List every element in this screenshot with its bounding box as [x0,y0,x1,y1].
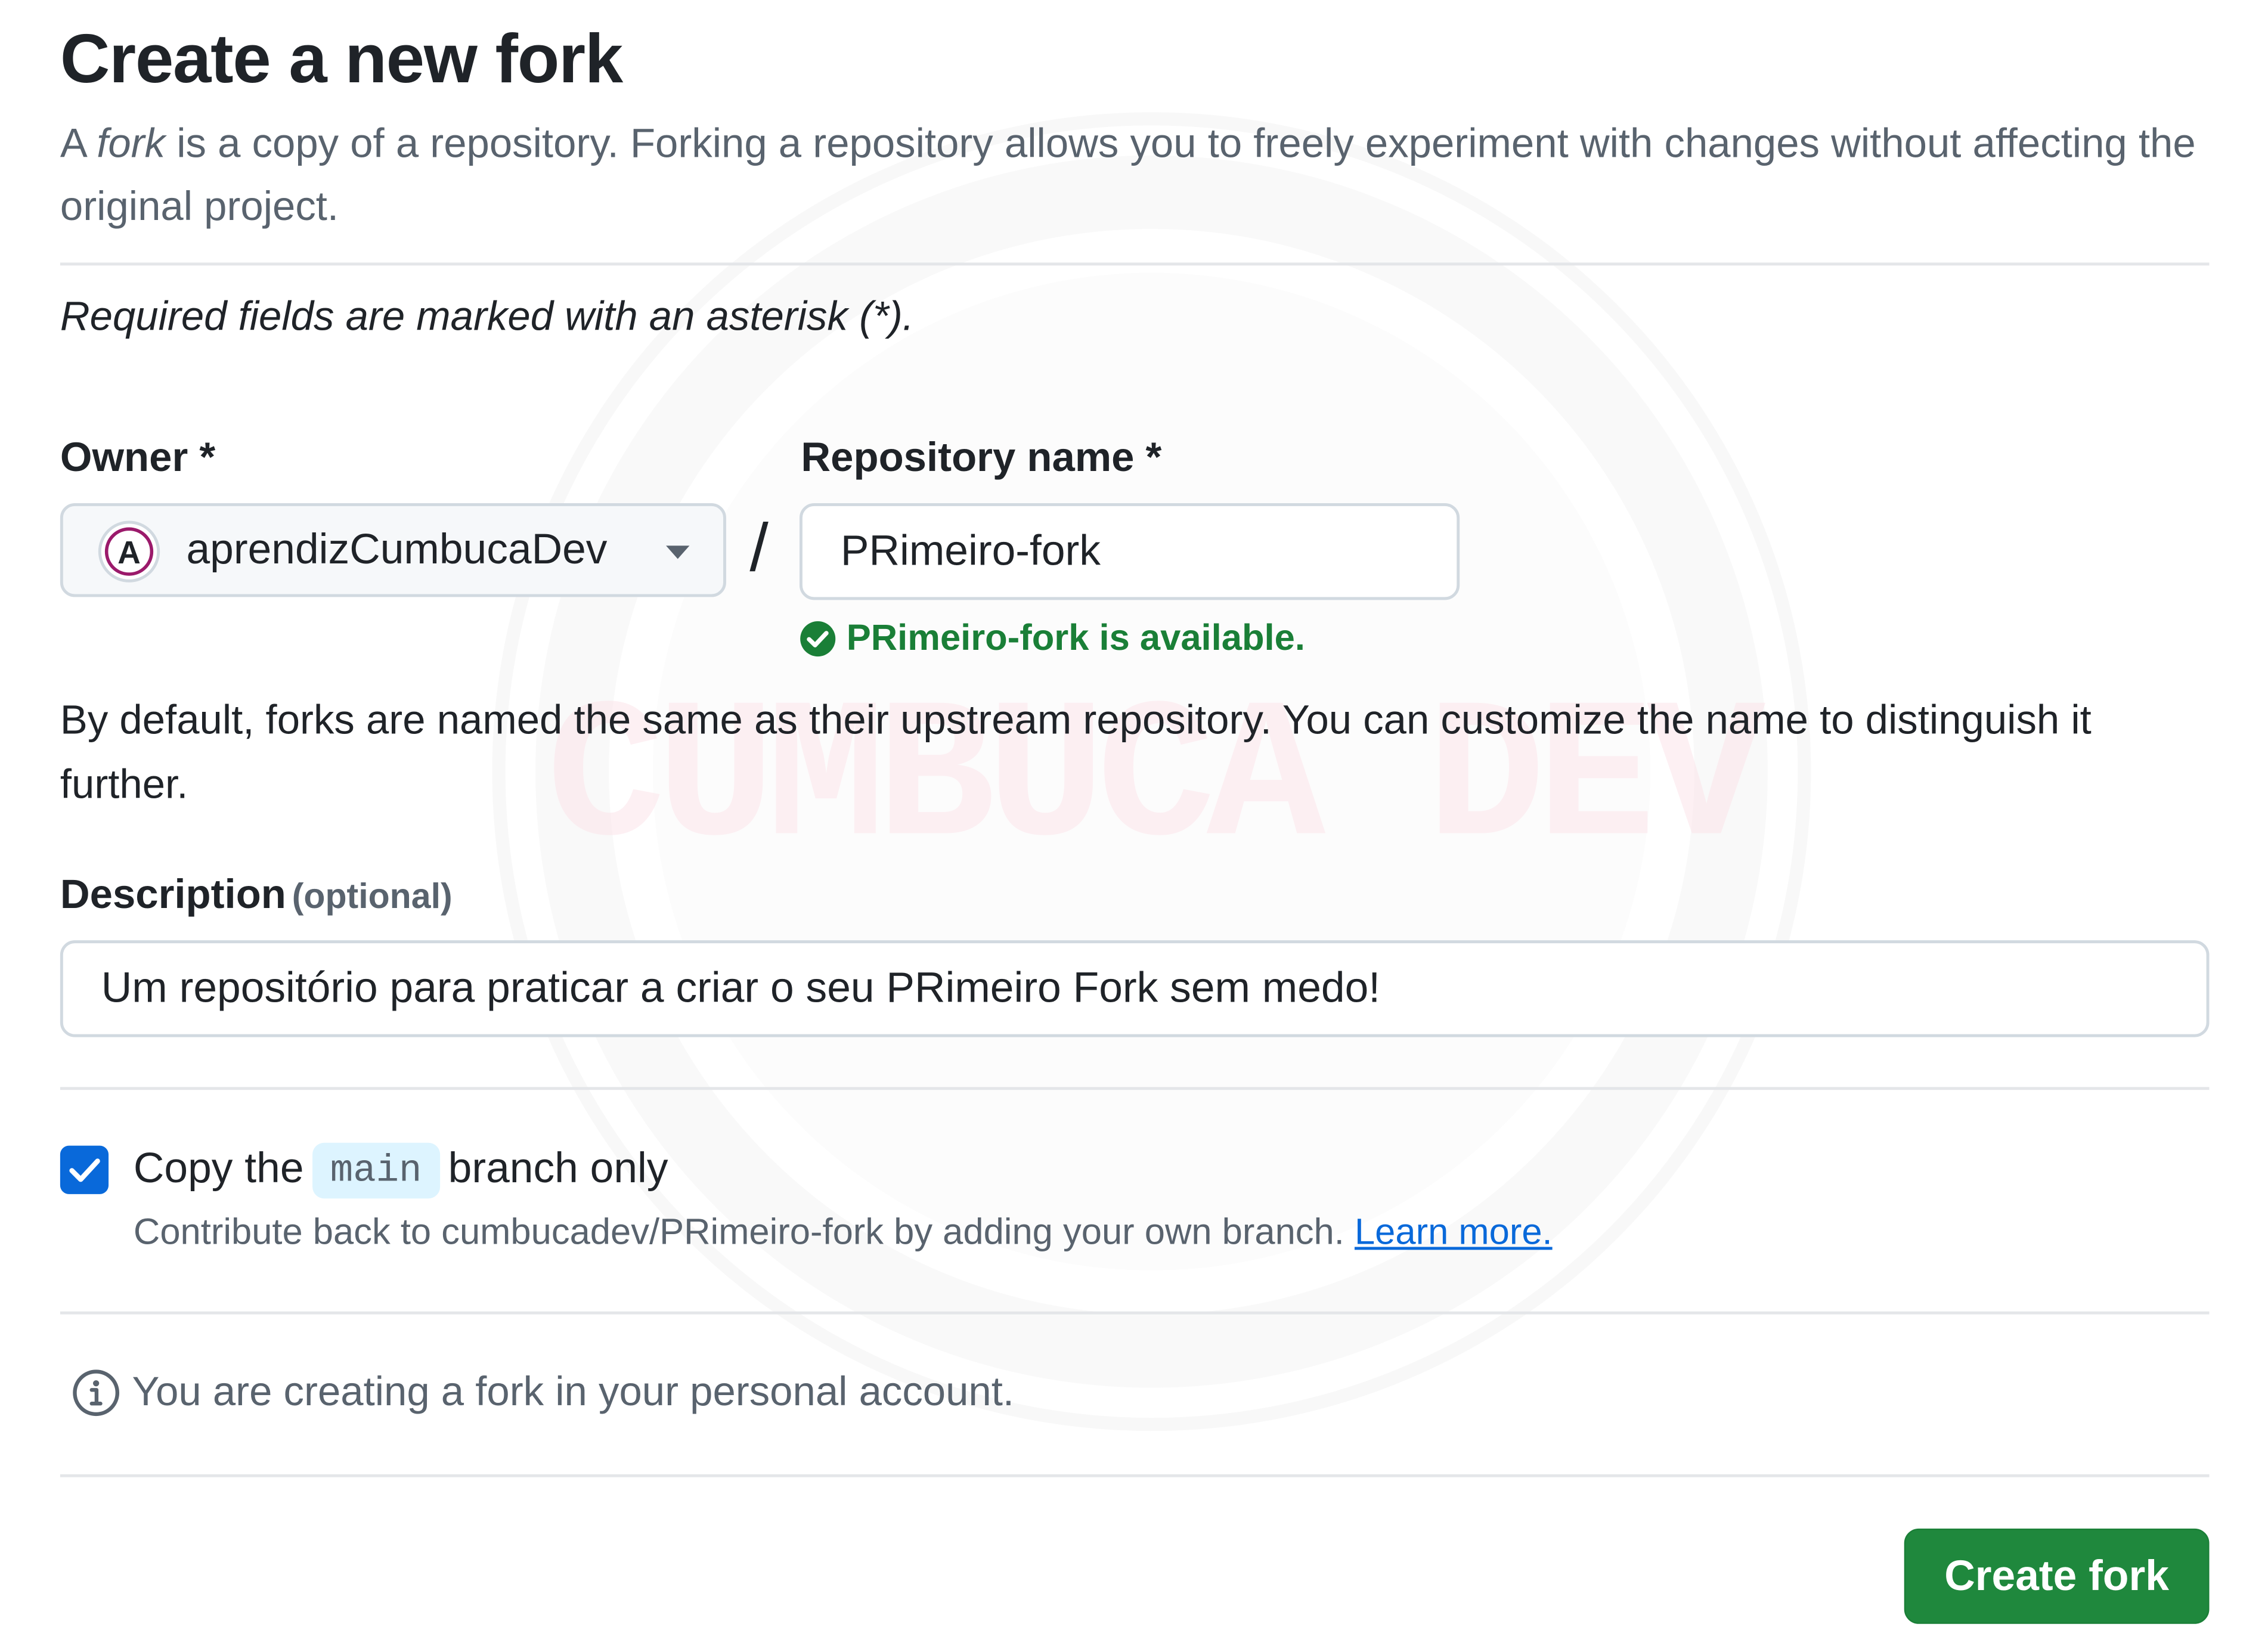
caret-down-icon [666,546,690,559]
info-icon [73,1369,120,1417]
personal-account-info-text: You are creating a fork in your personal… [132,1368,1015,1414]
optional-hint: (optional) [292,877,453,917]
branch-name-code: main [312,1142,439,1199]
divider [60,262,2210,266]
repository-name-input[interactable] [799,503,1460,600]
fork-page: CUMBUCA DEV Create a new fork A fork is … [0,0,2268,1630]
repository-name-label: Repository name * [801,434,1162,480]
divider [60,1087,2210,1090]
page-subtitle: A fork is a copy of a repository. Forkin… [60,111,2202,238]
copy-branch-label[interactable]: Copy the main branch only [133,1142,668,1199]
owner-select[interactable]: A aprendizCumbucaDev [60,503,726,597]
avatar-icon: A [98,520,160,582]
default-name-note: By default, forks are named the same as … [60,696,2092,807]
copy-branch-help-text: Contribute back to cumbucadev/PRimeiro-f… [133,1211,1344,1253]
availability-message: PRimeiro-fork is available. [800,618,1305,660]
avatar-letter: A [117,535,141,571]
page-title: Create a new fork [60,18,623,97]
copy-branch-help: Contribute back to cumbucadev/PRimeiro-f… [134,1211,1553,1254]
owner-repo-separator: / [749,509,769,585]
create-fork-button[interactable]: Create fork [1904,1528,2210,1624]
copy-branch-suffix: branch only [448,1145,668,1193]
personal-account-info: You are creating a fork in your personal… [72,1369,1014,1417]
subtitle-emphasis: fork [97,120,166,166]
divider [60,1474,2210,1477]
check-circle-fill-icon [800,621,836,657]
copy-branch-prefix: Copy the [133,1145,304,1193]
availability-text: PRimeiro-fork is available. [846,617,1305,659]
owner-label: Owner * [60,434,216,480]
owner-name: aprendizCumbucaDev [186,526,608,574]
learn-more-link[interactable]: Learn more. [1355,1211,1553,1253]
divider [60,1311,2210,1315]
description-input[interactable] [60,940,2210,1037]
checkmark-icon [69,1158,100,1182]
subtitle-prefix: A [60,120,97,166]
subtitle-rest: is a copy of a repository. Forking a rep… [60,120,2196,229]
description-label-text: Description [60,871,286,917]
copy-main-branch-checkbox[interactable] [60,1145,109,1194]
description-label: Description (optional) [60,872,453,919]
required-fields-note: Required fields are marked with an aster… [60,293,914,339]
